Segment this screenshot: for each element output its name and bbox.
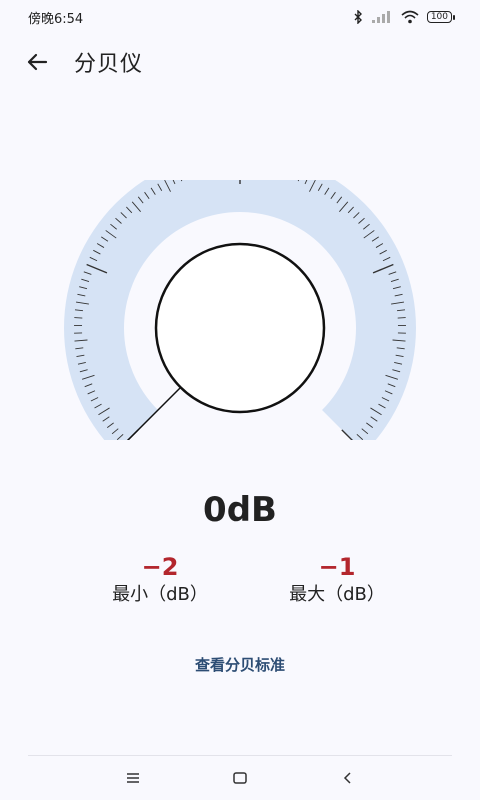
system-nav-bar (0, 756, 480, 800)
battery-icon: 100 (426, 11, 456, 23)
max-value: −1 (318, 553, 356, 581)
bluetooth-icon (354, 10, 362, 24)
signal-icon (371, 11, 390, 23)
arrow-left-icon[interactable] (24, 49, 50, 75)
view-decibel-standard-link[interactable]: 查看分贝标准 (0, 654, 480, 675)
max-stat: −1 最大（dB） (257, 552, 417, 608)
home-button[interactable] (225, 763, 255, 793)
max-label: 最大（dB） (289, 584, 385, 605)
app-bar: 分贝仪 (0, 38, 480, 86)
min-label: 最小（dB） (112, 584, 208, 605)
back-icon (343, 772, 351, 784)
decibel-gauge (64, 180, 416, 440)
menu-button[interactable] (118, 763, 148, 793)
gauge-tick (74, 317, 83, 319)
page-title: 分贝仪 (74, 52, 144, 77)
status-bar: 傍晚6:54 100 (0, 0, 480, 34)
min-stat: −2 最小（dB） (80, 552, 240, 608)
decibel-reading: 0dB (203, 490, 277, 530)
status-icons: 100 (353, 10, 456, 24)
back-button[interactable] (332, 763, 362, 793)
home-icon (233, 772, 247, 784)
wifi-icon (401, 10, 419, 24)
gauge-hub (154, 242, 326, 414)
status-time: 傍晚6:54 (28, 11, 84, 27)
gauge-tick (397, 317, 406, 319)
min-value: −2 (141, 553, 179, 581)
menu-icon (127, 773, 140, 783)
